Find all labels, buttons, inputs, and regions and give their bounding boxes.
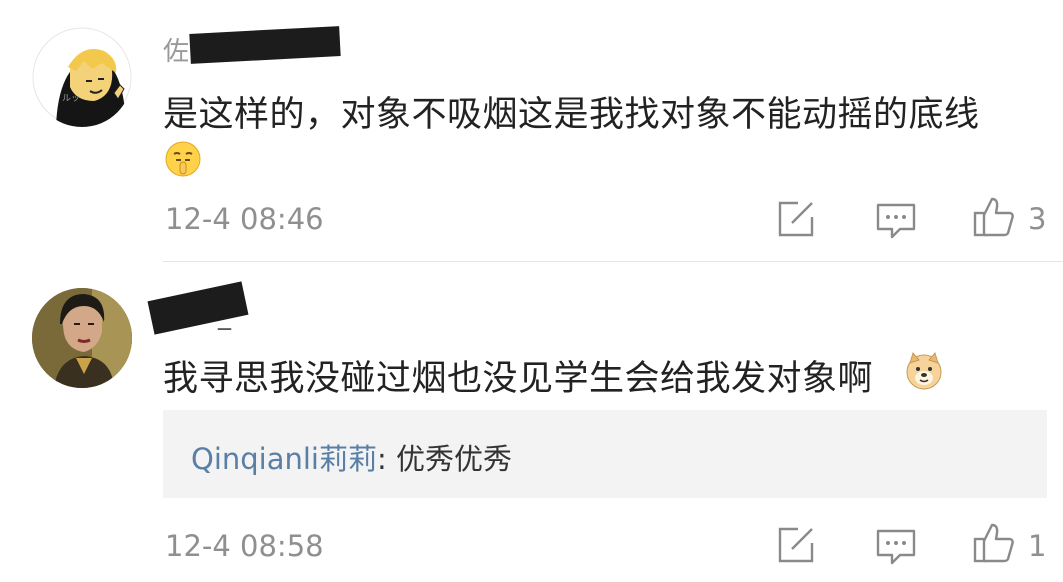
thumbs-up-icon[interactable]: [972, 521, 1016, 565]
reply-preview[interactable]: Qinqianli莉莉: 优秀优秀: [163, 410, 1047, 498]
comment-icon[interactable]: [874, 199, 918, 243]
comment-icon[interactable]: [874, 525, 918, 569]
username-redaction: [189, 26, 341, 64]
reply-content: Qinqianli莉莉: 优秀优秀: [191, 436, 512, 478]
avatar-photo-image: [32, 288, 132, 388]
divider: [163, 261, 1063, 262]
comment-text: 我寻思我没碰过烟也没见学生会给我发对象啊: [163, 359, 874, 399]
timestamp: 12-4 08:58: [165, 529, 324, 563]
comment-item: _ 我寻思我没碰过烟也没见学生会给我发对象啊 Qinqianli莉莉: 优秀优秀…: [0, 263, 1063, 582]
timestamp: 12-4 08:46: [165, 202, 324, 236]
username[interactable]: 佐: [163, 31, 189, 68]
username[interactable]: _: [218, 301, 231, 331]
shushing-face-emoji: [164, 140, 202, 178]
avatar[interactable]: ルッ: [32, 27, 132, 127]
avatar[interactable]: [32, 288, 132, 388]
avatar-cartoon-image: ルッ: [32, 27, 132, 127]
username-redaction: [147, 281, 249, 335]
comment-text: 是这样的，对象不吸烟这是我找对象不能动摇的底线: [163, 95, 980, 135]
comment-item: ルッ 佐 是这样的，对象不吸烟这是我找对象不能动摇的底线 12-4 08:46: [0, 0, 1063, 262]
like-count: 3: [1028, 202, 1047, 236]
share-edit-icon[interactable]: [774, 197, 818, 241]
thumbs-up-icon[interactable]: [972, 195, 1016, 239]
doge-emoji: [904, 351, 944, 391]
reply-text: : 优秀优秀: [377, 442, 512, 476]
share-edit-icon[interactable]: [774, 523, 818, 567]
like-count: 1: [1028, 529, 1047, 563]
svg-text:ルッ: ルッ: [62, 94, 80, 104]
reply-username[interactable]: Qinqianli莉莉: [191, 442, 377, 476]
